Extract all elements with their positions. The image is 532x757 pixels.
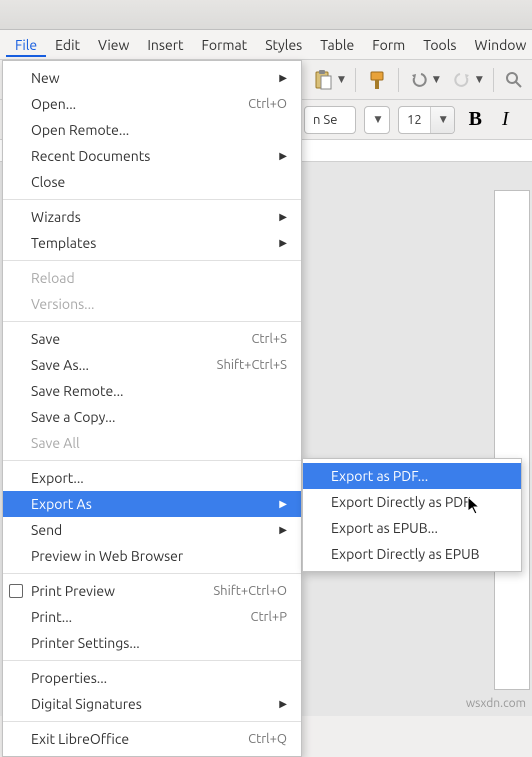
menu-format[interactable]: Format	[193, 33, 257, 57]
italic-button[interactable]: I	[496, 108, 515, 131]
menu-item-printer-settings[interactable]: Printer Settings...	[3, 630, 301, 656]
submenu-arrow-icon: ▶	[279, 150, 287, 162]
menu-item-save-remote[interactable]: Save Remote...	[3, 378, 301, 404]
redo-button[interactable]: ▼	[450, 68, 485, 92]
menubar: File Edit View Insert Format Styles Tabl…	[0, 30, 532, 60]
separator	[3, 260, 301, 261]
file-menu-dropdown: New▶ Open...Ctrl+O Open Remote... Recent…	[2, 60, 302, 757]
menu-table[interactable]: Table	[311, 33, 363, 57]
menu-styles[interactable]: Styles	[256, 33, 311, 57]
menu-item-save-as[interactable]: Save As...Shift+Ctrl+S	[3, 352, 301, 378]
separator	[3, 721, 301, 722]
window-titlebar	[0, 0, 532, 30]
menu-item-properties[interactable]: Properties...	[3, 665, 301, 691]
separator	[398, 68, 399, 92]
separator	[493, 68, 494, 92]
menu-file[interactable]: File	[6, 33, 46, 57]
submenu-arrow-icon: ▶	[279, 211, 287, 223]
menu-item-export-directly-epub[interactable]: Export Directly as EPUB	[303, 541, 521, 567]
menu-item-save[interactable]: SaveCtrl+S	[3, 326, 301, 352]
font-size-combo[interactable]: 12 ▼	[398, 106, 455, 134]
menu-item-export-as[interactable]: Export As▶	[3, 491, 301, 517]
menu-item-print-preview[interactable]: Print PreviewShift+Ctrl+O	[3, 578, 301, 604]
separator	[3, 660, 301, 661]
submenu-arrow-icon: ▶	[279, 498, 287, 510]
font-size-value: 12	[399, 113, 430, 127]
separator	[3, 321, 301, 322]
menu-edit[interactable]: Edit	[46, 33, 89, 57]
menu-item-preview-web[interactable]: Preview in Web Browser	[3, 543, 301, 569]
menu-tools[interactable]: Tools	[414, 33, 465, 57]
separator	[3, 199, 301, 200]
chevron-down-icon[interactable]: ▼	[430, 107, 454, 133]
checkbox-icon	[9, 584, 23, 598]
menu-item-open[interactable]: Open...Ctrl+O	[3, 91, 301, 117]
menu-window[interactable]: Window	[465, 33, 532, 57]
undo-button[interactable]: ▼	[407, 68, 442, 92]
menu-item-open-remote[interactable]: Open Remote...	[3, 117, 301, 143]
menu-item-digital-signatures[interactable]: Digital Signatures▶	[3, 691, 301, 717]
separator	[355, 68, 356, 92]
font-name-combo[interactable]: n Se	[304, 106, 356, 134]
menu-item-recent-documents[interactable]: Recent Documents▶	[3, 143, 301, 169]
menu-view[interactable]: View	[89, 33, 138, 57]
menu-item-save-all: Save All	[3, 430, 301, 456]
separator	[3, 573, 301, 574]
menu-item-export-as-pdf[interactable]: Export as PDF...	[303, 463, 521, 489]
menu-item-versions: Versions...	[3, 291, 301, 317]
menu-item-wizards[interactable]: Wizards▶	[3, 204, 301, 230]
export-as-submenu: Export as PDF... Export Directly as PDF …	[302, 458, 522, 572]
menu-item-new[interactable]: New▶	[3, 65, 301, 91]
paste-button[interactable]: ▼	[310, 67, 347, 93]
menu-item-export-as-epub[interactable]: Export as EPUB...	[303, 515, 521, 541]
menu-item-save-copy[interactable]: Save a Copy...	[3, 404, 301, 430]
font-name-dropdown[interactable]: ▼	[364, 106, 390, 134]
menu-item-send[interactable]: Send▶	[3, 517, 301, 543]
watermark: wsxdn.com	[466, 697, 526, 710]
submenu-arrow-icon: ▶	[279, 237, 287, 249]
separator	[3, 460, 301, 461]
find-button[interactable]	[502, 68, 526, 92]
menu-item-close[interactable]: Close	[3, 169, 301, 195]
menu-form[interactable]: Form	[363, 33, 414, 57]
submenu-arrow-icon: ▶	[279, 698, 287, 710]
submenu-arrow-icon: ▶	[279, 72, 287, 84]
menu-item-reload: Reload	[3, 265, 301, 291]
chevron-down-icon: ▼	[336, 74, 345, 85]
page	[494, 190, 530, 690]
chevron-down-icon: ▼	[373, 114, 382, 125]
font-name-value: n Se	[305, 113, 345, 127]
menu-insert[interactable]: Insert	[138, 33, 192, 57]
menu-item-export-directly-pdf[interactable]: Export Directly as PDF	[303, 489, 521, 515]
submenu-arrow-icon: ▶	[279, 524, 287, 536]
clone-formatting-button[interactable]	[364, 67, 390, 93]
chevron-down-icon: ▼	[431, 74, 440, 85]
menu-item-templates[interactable]: Templates▶	[3, 230, 301, 256]
menu-item-export[interactable]: Export...	[3, 465, 301, 491]
menu-item-print[interactable]: Print...Ctrl+P	[3, 604, 301, 630]
chevron-down-icon: ▼	[474, 74, 483, 85]
bold-button[interactable]: B	[463, 108, 488, 131]
menu-item-exit[interactable]: Exit LibreOfficeCtrl+Q	[3, 726, 301, 752]
